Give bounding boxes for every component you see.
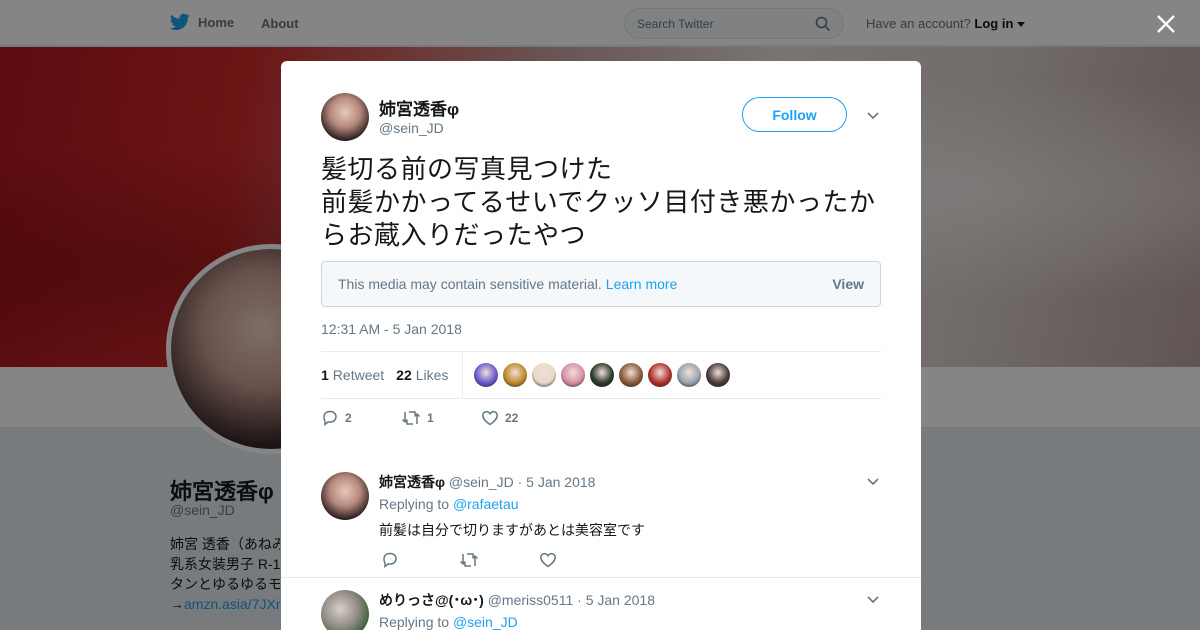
- like-count: 22: [396, 367, 412, 383]
- like-stat[interactable]: 22 Likes: [396, 367, 448, 383]
- reply-actions: [381, 551, 557, 569]
- tweet-text: 髪切る前の写真見つけた 前髪かかってるせいでクッソ目付き悪かったからお蔵入りだっ…: [321, 154, 876, 250]
- replying-to-link[interactable]: @sein_JD: [453, 614, 518, 630]
- chevron-down-icon[interactable]: [865, 474, 881, 490]
- liker-avatar[interactable]: [619, 363, 644, 387]
- reply-date[interactable]: · 5 Jan 2018: [518, 474, 596, 490]
- replying-to-prefix: Replying to: [379, 496, 450, 512]
- liker-avatar[interactable]: [677, 363, 702, 387]
- chevron-down-icon[interactable]: [865, 592, 881, 608]
- liker-avatar[interactable]: [561, 363, 586, 387]
- retweet-stat-label: Retweet: [332, 367, 385, 383]
- stats-divider: [462, 351, 464, 399]
- reply-avatar[interactable]: [321, 472, 369, 520]
- learn-more-link[interactable]: Learn more: [606, 276, 678, 292]
- heart-icon: [482, 410, 498, 426]
- reply-icon[interactable]: [381, 551, 399, 569]
- chevron-down-icon[interactable]: [865, 108, 881, 124]
- liker-avatars: [474, 363, 731, 387]
- reply-tweet[interactable]: めりっさ@(･ω･) @meriss0511 · 5 Jan 2018 Repl…: [281, 590, 921, 630]
- like-stat-label: Likes: [415, 367, 449, 383]
- liker-avatar[interactable]: [532, 363, 557, 387]
- reply-separator: [281, 577, 921, 578]
- retweet-icon[interactable]: [459, 551, 479, 569]
- tweet-actions: 2 1 22: [321, 409, 561, 427]
- sensitive-media-notice: This media may contain sensitive materia…: [321, 261, 881, 307]
- author-handle[interactable]: @sein_JD: [379, 120, 444, 136]
- like-count-action: 22: [505, 411, 519, 425]
- liker-avatar[interactable]: [503, 363, 528, 387]
- liker-avatar[interactable]: [648, 363, 673, 387]
- follow-button[interactable]: Follow: [742, 97, 847, 132]
- reply-author-handle[interactable]: @meriss0511: [488, 592, 574, 608]
- reply-icon: [323, 410, 337, 427]
- reply-tweet[interactable]: 姉宮透香φ @sein_JD · 5 Jan 2018 Replying to …: [281, 472, 921, 578]
- reply-date[interactable]: · 5 Jan 2018: [577, 592, 655, 608]
- replying-to-prefix: Replying to: [379, 614, 450, 630]
- replying-to-link[interactable]: @rafaetau: [453, 496, 519, 512]
- reply-text: 前髪は自分で切りますがあとは美容室です: [379, 522, 645, 538]
- liker-avatar[interactable]: [706, 363, 731, 387]
- tweet-modal: 姉宮透香φ @sein_JD Follow 髪切る前の写真見つけた 前髪かかって…: [281, 61, 921, 630]
- heart-icon[interactable]: [539, 551, 557, 569]
- liker-avatar[interactable]: [590, 363, 615, 387]
- reply-header: 姉宮透香φ @sein_JD · 5 Jan 2018: [379, 472, 595, 492]
- retweet-count: 1: [321, 367, 329, 383]
- close-icon: [1157, 15, 1175, 33]
- replying-to: Replying to @sein_JD: [379, 614, 518, 630]
- close-button[interactable]: [1152, 10, 1180, 38]
- replying-to: Replying to @rafaetau: [379, 496, 519, 512]
- tweet-stats: 1 Retweet 22 Likes: [321, 351, 881, 399]
- like-action[interactable]: 22: [481, 409, 561, 427]
- reply-count: 2: [345, 411, 352, 425]
- retweet-icon: [401, 411, 421, 425]
- reply-author-name[interactable]: めりっさ@(･ω･): [379, 592, 484, 608]
- tweet-timestamp[interactable]: 12:31 AM - 5 Jan 2018: [321, 321, 462, 337]
- reply-author-handle[interactable]: @sein_JD: [449, 474, 514, 490]
- author-avatar[interactable]: [321, 93, 369, 141]
- reply-avatar[interactable]: [321, 590, 369, 630]
- reply-header: めりっさ@(･ω･) @meriss0511 · 5 Jan 2018: [379, 590, 655, 610]
- sensitive-notice-text: This media may contain sensitive materia…: [338, 276, 602, 292]
- view-media-button[interactable]: View: [832, 276, 864, 292]
- reply-author-name[interactable]: 姉宮透香φ: [379, 474, 445, 490]
- reply-action[interactable]: 2: [321, 409, 401, 427]
- retweet-stat[interactable]: 1 Retweet: [321, 367, 384, 383]
- author-name[interactable]: 姉宮透香φ: [379, 95, 459, 120]
- retweet-count-action: 1: [427, 411, 434, 425]
- liker-avatar[interactable]: [474, 363, 499, 387]
- retweet-action[interactable]: 1: [401, 409, 481, 427]
